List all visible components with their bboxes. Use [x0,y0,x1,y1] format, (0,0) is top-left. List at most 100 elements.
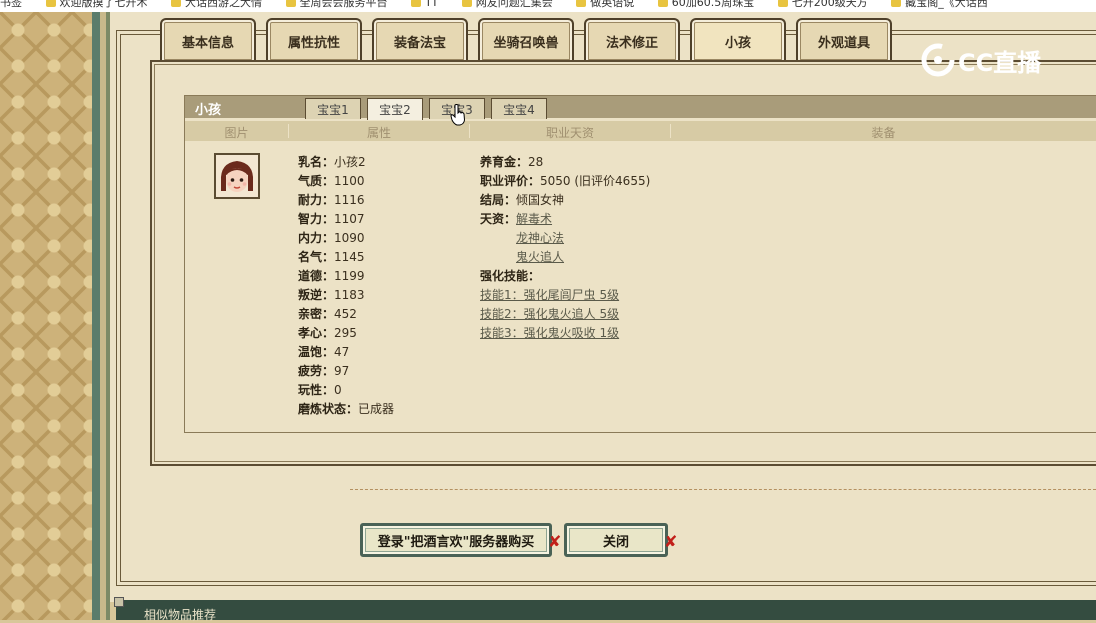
bookmark-item[interactable]: 书签 [0,0,22,8]
attr-key: 耐力： [298,193,335,207]
child-panel-title: 小孩 [195,103,222,118]
info-row-skills-title: 强化技能： [480,267,650,286]
folder-icon [777,0,788,7]
attr-key: 温饱： [298,345,335,359]
attr-row: 气质：1100 [298,172,394,191]
bookmark-item[interactable]: 做英语说 [576,0,634,8]
login-buy-button[interactable]: 登录"把酒言欢"服务器购买 [360,523,552,557]
child-avatar [214,153,260,199]
tab-label: 属性抗性 [287,35,340,51]
attr-value: 295 [334,326,357,340]
subtab-baby-1[interactable]: 宝宝1 [305,98,361,119]
subtab-label: 宝宝4 [503,102,535,117]
bookmark-item[interactable]: 网友问题汇集会 [461,0,553,8]
info-row-skill: 技能3：强化鬼火吸收 1级 [480,324,650,343]
cc-logo-icon [921,43,955,77]
tab-label: 基本信息 [181,35,234,51]
tab-label: 外观道具 [817,35,870,51]
skill-link[interactable]: 技能1：强化尾闾尸虫 5级 [480,288,619,302]
tab-label: 坐骑召唤兽 [493,35,559,51]
globe-icon [285,0,296,7]
bookmark-item[interactable]: 欢迎版摸了七开术 [45,0,148,9]
info-key: 天资： [480,212,517,226]
tab-label: 法术修正 [605,35,658,51]
tab-attributes-resistance[interactable]: 属性抗性 [266,18,362,62]
cross-icon: ✘ [548,532,562,551]
tab-label: 装备法宝 [393,35,446,51]
attr-value: 47 [334,345,350,359]
bookmark-item[interactable]: 全周会会服务平台 [285,0,388,9]
attr-key: 气质： [298,174,335,188]
attr-key: 玩性： [298,383,335,397]
info-value: 5050 (旧评价4655) [540,174,651,188]
aptitude-info: 养育金：28 职业评价：5050 (旧评价4655) 结局：倾国女神 天资：解毒… [480,153,650,343]
info-key: 结局： [480,193,517,207]
column-header-equipment: 装备 [871,126,896,140]
attr-key: 道德： [298,269,335,283]
tab-label: 小孩 [724,35,751,51]
watermark-text: CC直播 [958,48,1042,77]
tab-equipment[interactable]: 装备法宝 [372,18,468,62]
bookmark-label: TT [425,0,439,9]
tab-mounts-summons[interactable]: 坐骑召唤兽 [478,18,574,62]
column-header-picture: 图片 [185,124,289,140]
info-key: 职业评价： [480,174,541,188]
column-header-attributes: 属性 [289,124,470,140]
attr-row: 磨炼状态：已成器 [298,400,394,419]
tab-basic-info[interactable]: 基本信息 [160,18,256,62]
bookmark-label: 大话西游之大情 [185,0,262,9]
attr-key: 亲密： [298,307,335,321]
attr-value: 1199 [334,269,365,283]
attr-value: 0 [334,383,342,397]
attr-row: 名气：1145 [298,248,394,267]
talent-link[interactable]: 解毒术 [516,212,552,226]
skill-link[interactable]: 技能2：强化鬼火追人 5级 [480,307,619,321]
subtab-label: 宝宝1 [317,102,349,117]
decorative-border [92,12,100,620]
decorative-knob [114,597,124,607]
divider [350,489,1096,490]
bookmark-label: 欢迎版摸了七开术 [59,0,148,9]
attr-row: 智力：1107 [298,210,394,229]
folder-icon [657,0,668,7]
info-row-skill: 技能1：强化尾闾尸虫 5级 [480,286,650,305]
attr-key: 乳名： [298,155,335,169]
button-label: 关闭 [602,534,629,550]
subtab-baby-4[interactable]: 宝宝4 [491,98,547,119]
info-row-ending: 结局：倾国女神 [480,191,650,210]
bookmark-item[interactable]: 七开200级天方 [777,0,868,8]
folder-icon [891,0,902,7]
attr-value: 1183 [334,288,365,302]
skill-link[interactable]: 技能3：强化鬼火吸收 1级 [480,326,619,340]
attr-value: 1145 [334,250,365,264]
folder-icon [576,0,587,7]
tab-spell-correction[interactable]: 法术修正 [584,18,680,62]
subtab-baby-2[interactable]: 宝宝2 [367,98,423,120]
attr-value: 1116 [334,193,365,207]
attr-value: 1107 [334,212,365,226]
attribute-list: 乳名：小孩2 气质：1100 耐力：1116 智力：1107 内力：1090 名… [298,153,394,419]
subtab-label: 宝宝2 [379,103,411,117]
similar-items-bar: 相似物品推荐 [116,600,1096,622]
tab-children[interactable]: 小孩 [690,18,786,62]
bookmark-label: 60加60.5周珠宝 [671,0,755,9]
app-icon [411,0,421,7]
attr-row: 耐力：1116 [298,191,394,210]
bookmark-item[interactable]: 60加60.5周珠宝 [657,0,755,9]
bookmark-label: 书签 [0,0,22,9]
attr-value: 97 [334,364,350,378]
bookmark-item[interactable]: 大话西游之大情 [171,0,262,8]
close-button[interactable]: 关闭 [564,523,668,557]
talent-link[interactable]: 龙神心法 [516,231,564,245]
child-portrait-icon [216,155,258,197]
bookmark-item[interactable]: TT [411,0,438,8]
talent-link[interactable]: 鬼火追人 [516,250,564,264]
attr-value: 1090 [334,231,365,245]
bookmark-item[interactable]: 藏宝阁_《大话西 [891,0,988,8]
attr-row: 亲密：452 [298,305,394,324]
attr-key: 名气： [298,250,335,264]
info-row-fee: 养育金：28 [480,153,650,172]
info-value: 倾国女神 [516,193,565,207]
bookmark-label: 全周会会服务平台 [299,0,388,9]
tab-appearance-items[interactable]: 外观道具 [796,18,892,62]
